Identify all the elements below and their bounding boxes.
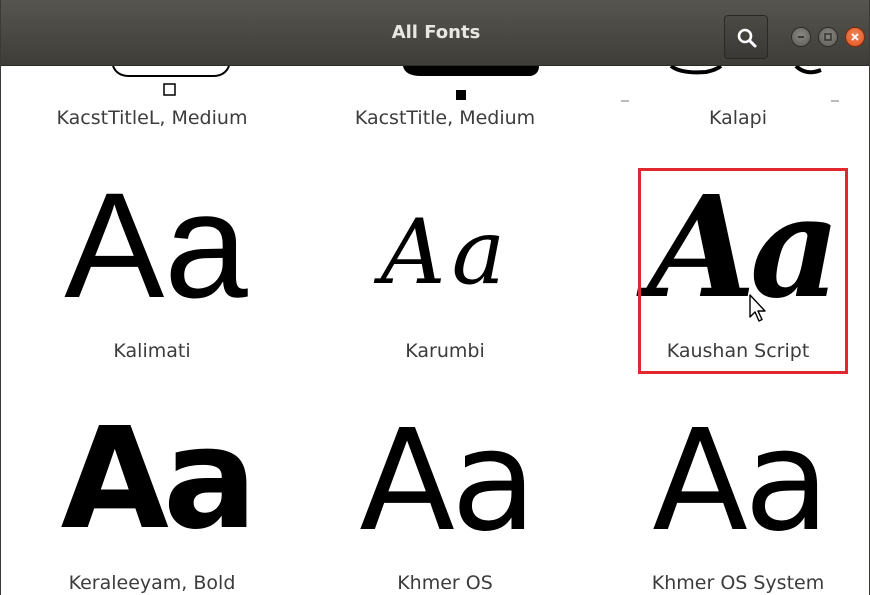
- font-viewer-window: All Fonts KacstTitleL, Medium KacstTitle…: [0, 0, 870, 595]
- close-icon: [851, 33, 859, 41]
- font-preview-khmer-os-system[interactable]: Aa: [609, 412, 869, 552]
- font-glyph-preview: [112, 65, 230, 96]
- title-bar: All Fonts: [1, 0, 869, 66]
- font-preview-keraleeyam[interactable]: Aa: [26, 410, 286, 550]
- search-button[interactable]: [724, 15, 768, 59]
- minimize-icon: [798, 36, 804, 38]
- font-preview-karumbi[interactable]: Aa: [316, 208, 576, 298]
- minimize-button[interactable]: [791, 27, 811, 47]
- font-name-label: Khmer OS: [397, 572, 493, 594]
- font-preview-khmer-os[interactable]: Aa: [316, 412, 576, 552]
- font-name-label: Khmer OS System: [651, 572, 825, 594]
- maximize-button[interactable]: [818, 27, 838, 47]
- font-glyph-preview: [403, 66, 539, 100]
- font-name-label: Keraleeyam, Bold: [68, 572, 236, 594]
- maximize-icon: [824, 33, 832, 41]
- mouse-pointer-icon: [748, 293, 768, 327]
- font-name-label: Kalapi: [708, 107, 768, 129]
- font-glyph-preview: [621, 64, 839, 102]
- search-icon: [737, 28, 757, 48]
- font-name-label: Karumbi: [405, 340, 485, 362]
- font-preview-kacsttitlel[interactable]: [101, 65, 241, 96]
- font-preview-kacsttitle[interactable]: [401, 66, 541, 102]
- selection-highlight: [638, 168, 848, 374]
- font-name-label: KacstTitleL, Medium: [56, 107, 248, 129]
- close-button[interactable]: [845, 27, 865, 47]
- font-preview-kalimati[interactable]: Aa: [26, 170, 286, 320]
- font-preview-kalapi[interactable]: [616, 64, 846, 106]
- font-name-label: Kalimati: [113, 340, 191, 362]
- font-name-label: KacstTitle, Medium: [354, 107, 536, 129]
